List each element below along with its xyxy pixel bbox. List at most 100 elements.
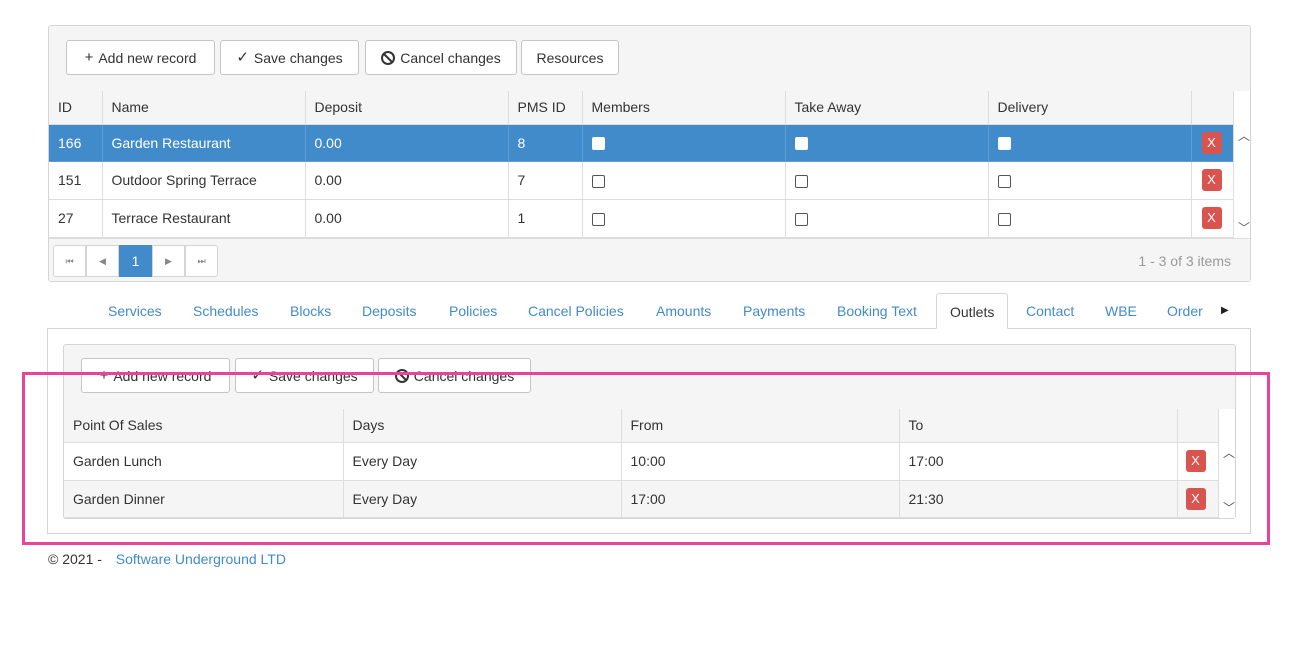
tab-blocks[interactable]: Blocks xyxy=(290,293,331,329)
cell-days: Every Day xyxy=(343,480,622,518)
members-checkbox[interactable] xyxy=(591,137,605,151)
tab-booking-text[interactable]: Booking Text xyxy=(837,293,917,329)
cell-days: Every Day xyxy=(343,442,622,481)
delete-row-button[interactable]: X xyxy=(1201,131,1222,154)
save-changes-button[interactable]: ✓ Save changes xyxy=(220,40,359,75)
cell-name: Terrace Restaurant xyxy=(102,199,306,238)
tab-deposits[interactable]: Deposits xyxy=(362,293,416,329)
column-header-pms-id[interactable]: PMS ID xyxy=(508,91,583,125)
outlets-save-changes-button[interactable]: ✓ Save changes xyxy=(235,358,374,393)
delivery-checkbox[interactable] xyxy=(997,174,1011,188)
column-header-delivery[interactable]: Delivery xyxy=(988,91,1192,125)
delete-row-button[interactable]: X xyxy=(1185,487,1206,510)
cancel-icon xyxy=(381,50,396,65)
take-away-checkbox[interactable] xyxy=(794,174,808,188)
delivery-checkbox[interactable] xyxy=(997,137,1011,151)
tab-payments[interactable]: Payments xyxy=(743,293,805,329)
check-icon: ✓ xyxy=(236,49,249,66)
column-header-from[interactable]: From xyxy=(621,409,900,443)
scroll-up-icon[interactable]: ︿ xyxy=(1223,444,1235,461)
table-row[interactable]: Garden Lunch Every Day 10:00 17:00 X xyxy=(64,442,1219,481)
delete-row-button[interactable]: X xyxy=(1201,169,1222,191)
cell-point-of-sales: Garden Dinner xyxy=(64,480,344,518)
next-page-icon[interactable]: ▶ xyxy=(152,245,185,277)
scroll-up-icon[interactable]: ︿ xyxy=(1238,127,1250,144)
cell-id: 166 xyxy=(49,124,103,162)
last-page-icon[interactable]: ⏭ xyxy=(185,245,218,277)
table-row[interactable]: 27 Terrace Restaurant 0.00 1 X xyxy=(49,199,1234,238)
table-row[interactable]: 166 Garden Restaurant 0.00 8 X xyxy=(49,124,1234,162)
vertical-scrollbar[interactable]: ︿ ﹀ xyxy=(1233,91,1250,238)
table-row[interactable]: Garden Dinner Every Day 17:00 21:30 X xyxy=(64,480,1219,518)
tab-order[interactable]: Order xyxy=(1167,293,1203,329)
cell-actions: X xyxy=(1191,124,1234,162)
tab-services[interactable]: Services xyxy=(108,293,162,329)
plus-icon: + xyxy=(99,367,109,384)
take-away-checkbox[interactable] xyxy=(794,137,808,151)
delivery-checkbox[interactable] xyxy=(997,212,1011,226)
first-page-icon[interactable]: ⏮ xyxy=(53,245,86,277)
column-header-name[interactable]: Name xyxy=(102,91,306,125)
cell-deposit: 0.00 xyxy=(305,199,509,238)
column-header-days[interactable]: Days xyxy=(343,409,622,443)
cell-from: 17:00 xyxy=(621,480,900,518)
cell-take-away xyxy=(785,161,989,200)
scroll-down-icon[interactable]: ﹀ xyxy=(1223,499,1235,516)
cell-actions: X xyxy=(1177,480,1219,518)
cell-delivery xyxy=(988,124,1192,162)
page-number-button[interactable]: 1 xyxy=(119,245,152,277)
cell-actions: X xyxy=(1191,199,1234,238)
cancel-changes-button[interactable]: Cancel changes xyxy=(365,40,517,75)
cell-take-away xyxy=(785,199,989,238)
plus-icon: + xyxy=(84,49,94,66)
cell-point-of-sales: Garden Lunch xyxy=(64,442,344,481)
cell-take-away xyxy=(785,124,989,162)
vertical-scrollbar[interactable]: ︿ ﹀ xyxy=(1218,409,1235,518)
resources-button[interactable]: Resources xyxy=(521,40,619,75)
cell-deposit: 0.00 xyxy=(305,161,509,200)
scroll-down-icon[interactable]: ﹀ xyxy=(1238,219,1250,236)
cell-deposit: 0.00 xyxy=(305,124,509,162)
members-checkbox[interactable] xyxy=(591,212,605,226)
outlets-grid: + Add new record ✓ Save changes Cancel c… xyxy=(63,344,1236,519)
tab-amounts[interactable]: Amounts xyxy=(656,293,711,329)
cell-pms-id: 1 xyxy=(508,199,583,238)
tab-wbe[interactable]: WBE xyxy=(1105,293,1137,329)
column-header-point-of-sales[interactable]: Point Of Sales xyxy=(64,409,344,443)
cell-to: 17:00 xyxy=(899,442,1178,481)
prev-page-icon[interactable]: ◀ xyxy=(86,245,119,277)
column-header-take-away[interactable]: Take Away xyxy=(785,91,989,125)
delete-row-button[interactable]: X xyxy=(1185,450,1206,472)
cell-id: 151 xyxy=(49,161,103,200)
check-icon: ✓ xyxy=(251,367,264,384)
tab-policies[interactable]: Policies xyxy=(449,293,497,329)
footer: © 2021 - Software Underground LTD xyxy=(48,551,286,567)
table-row[interactable]: 151 Outdoor Spring Terrace 0.00 7 X xyxy=(49,161,1234,200)
pager-info: 1 - 3 of 3 items xyxy=(1138,253,1231,269)
take-away-checkbox[interactable] xyxy=(794,212,808,226)
members-checkbox[interactable] xyxy=(591,174,605,188)
column-header-members[interactable]: Members xyxy=(582,91,786,125)
footer-company-link[interactable]: Software Underground LTD xyxy=(116,551,286,567)
cell-members xyxy=(582,161,786,200)
column-header-id[interactable]: ID xyxy=(49,91,103,125)
pager: ⏮ ◀ 1 ▶ ⏭ 1 - 3 of 3 items xyxy=(49,238,1250,281)
tabs-scroll-right-icon[interactable]: ▶ xyxy=(1221,293,1229,329)
restaurants-grid: + Add new record ✓ Save changes Cancel c… xyxy=(48,25,1251,282)
column-header-deposit[interactable]: Deposit xyxy=(305,91,509,125)
outlets-cancel-changes-button[interactable]: Cancel changes xyxy=(378,358,531,393)
tab-cancel-policies[interactable]: Cancel Policies xyxy=(528,293,624,329)
cell-name: Garden Restaurant xyxy=(102,124,306,162)
cell-to: 21:30 xyxy=(899,480,1178,518)
cell-name: Outdoor Spring Terrace xyxy=(102,161,306,200)
add-new-record-button[interactable]: + Add new record xyxy=(66,40,215,75)
restaurants-table: ID Name Deposit PMS ID Members Take Away… xyxy=(49,91,1234,238)
delete-row-button[interactable]: X xyxy=(1201,207,1222,229)
tab-outlets[interactable]: Outlets xyxy=(936,293,1009,329)
outlets-add-new-record-button[interactable]: + Add new record xyxy=(81,358,230,393)
tab-schedules[interactable]: Schedules xyxy=(193,293,258,329)
tab-contact[interactable]: Contact xyxy=(1026,293,1074,329)
cell-id: 27 xyxy=(49,199,103,238)
cell-pms-id: 8 xyxy=(508,124,583,162)
column-header-to[interactable]: To xyxy=(899,409,1178,443)
